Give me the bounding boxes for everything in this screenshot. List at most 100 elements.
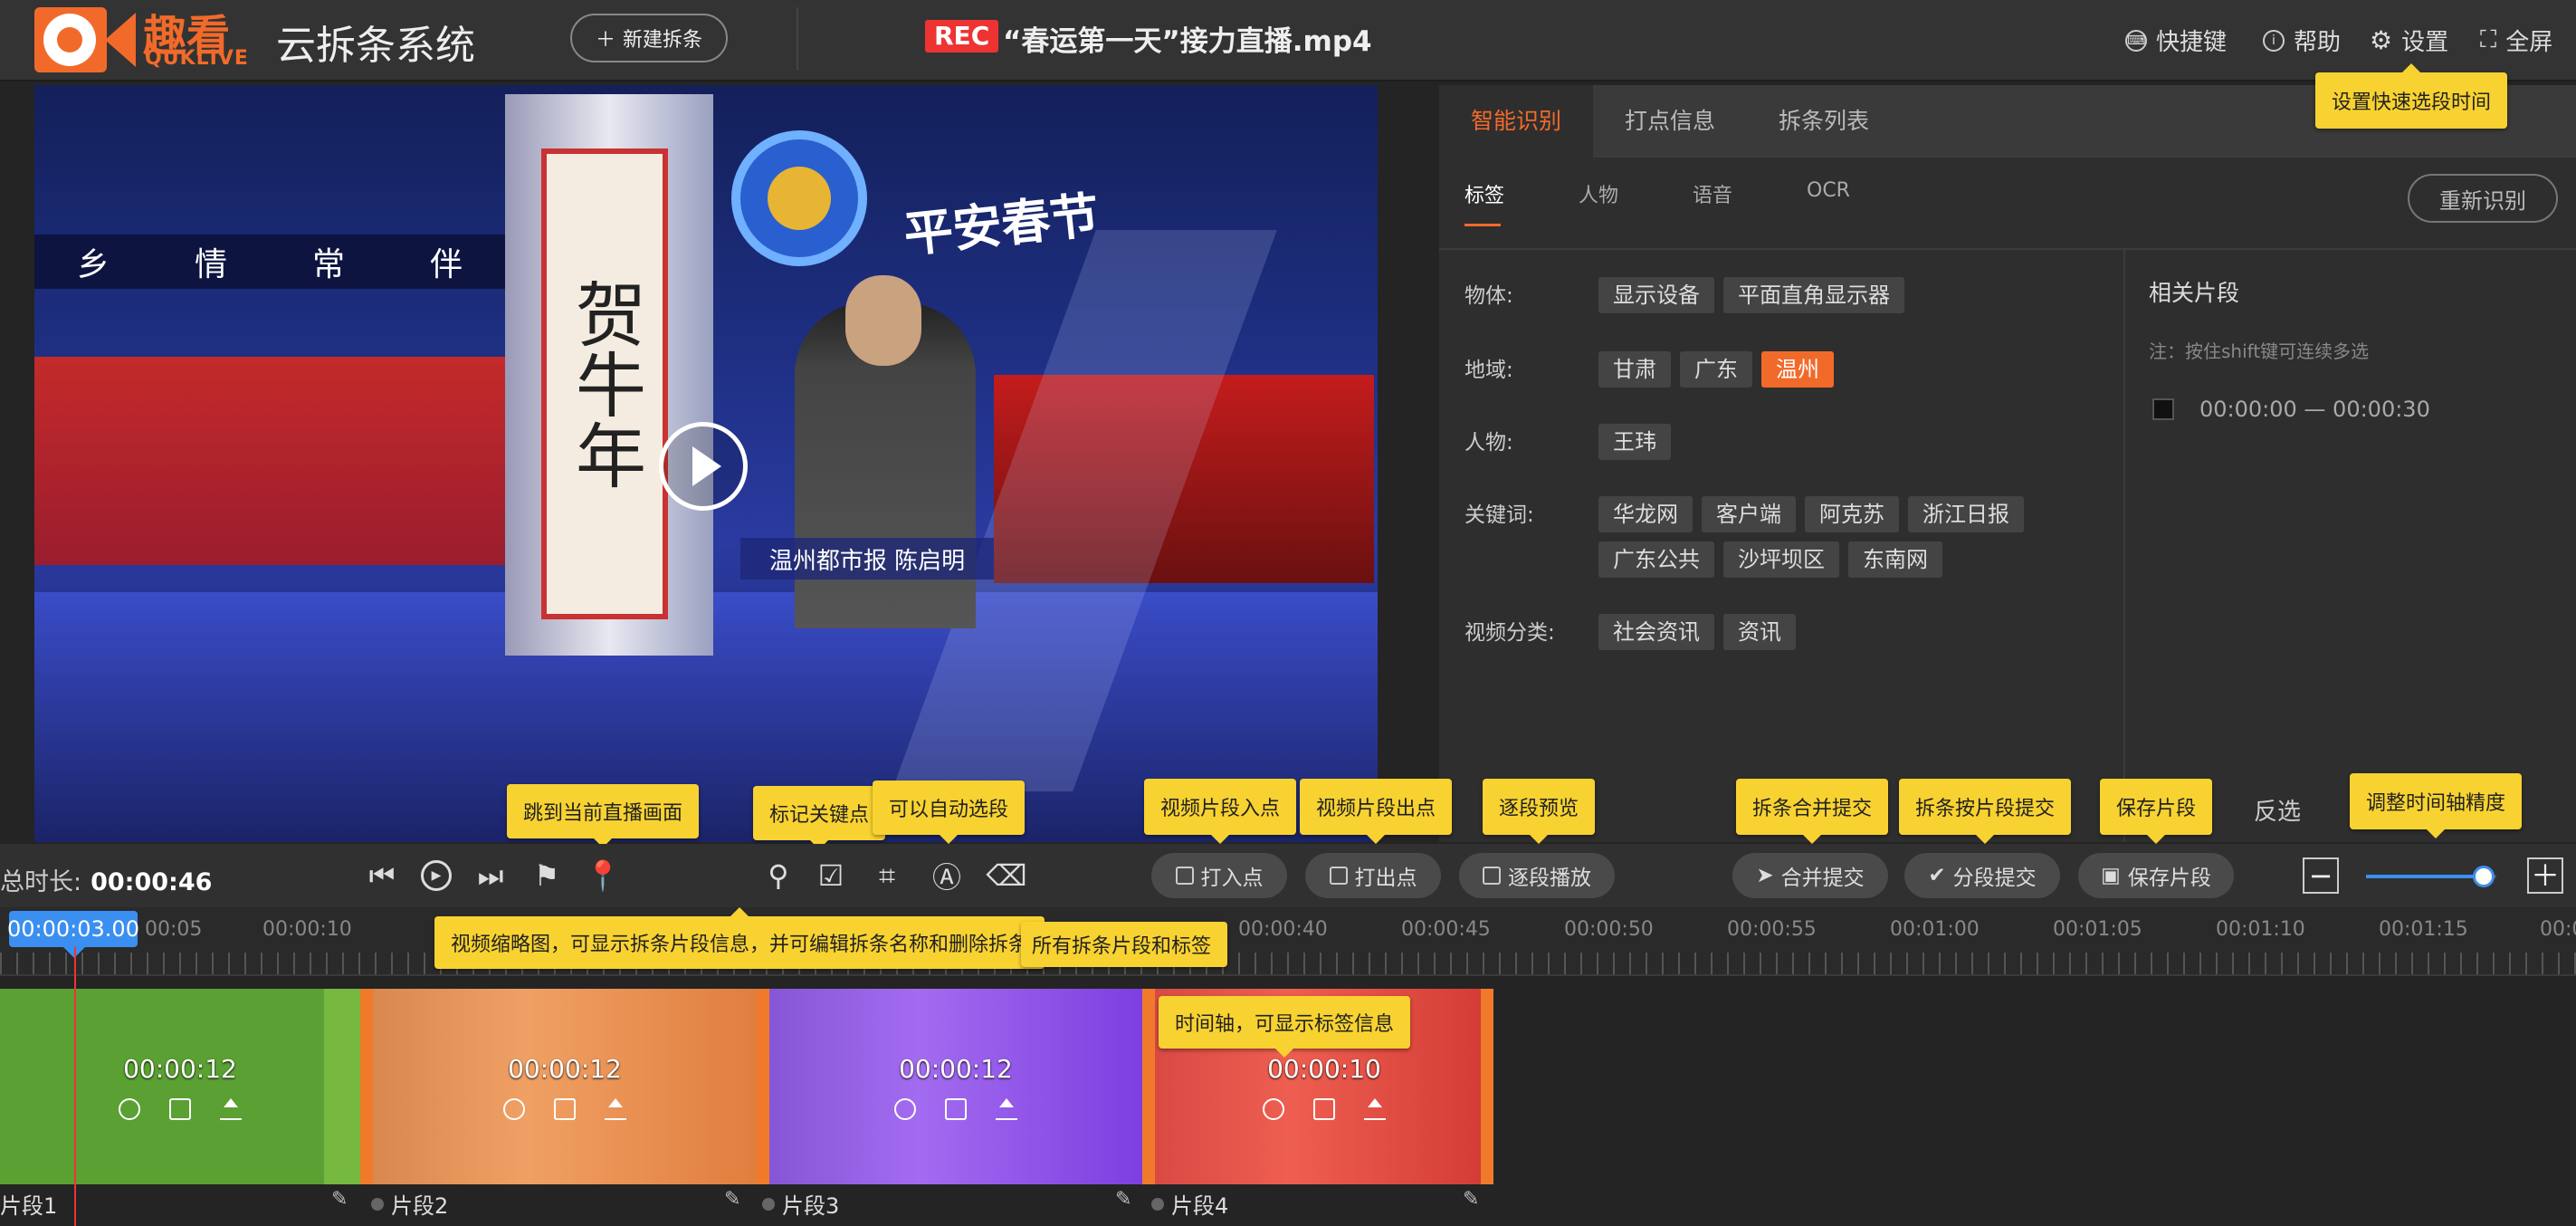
fullscreen-button[interactable]: ⛶ 全屏 xyxy=(2480,24,2552,57)
play-icon[interactable] xyxy=(119,1097,140,1120)
segment-label[interactable]: 片段3 xyxy=(762,1188,839,1220)
tag[interactable]: 显示设备 xyxy=(1598,277,1714,313)
tooltip-jump-live: 跳到当前直播画面 xyxy=(507,784,700,848)
subtab-person[interactable]: 人物 xyxy=(1579,179,1693,226)
auto-recognize-icon[interactable]: Ⓐ xyxy=(929,857,965,895)
tooltip-mark-out: 视频片段出点 xyxy=(1300,779,1453,844)
new-clip-button[interactable]: ＋ 新建拆条 xyxy=(570,14,728,62)
trash-icon[interactable] xyxy=(169,1097,191,1120)
dot-icon xyxy=(1151,1197,1164,1211)
subtab-speech[interactable]: 语音 xyxy=(1693,179,1807,226)
save-segment-button[interactable]: ▣ 保存片段 xyxy=(2078,853,2234,898)
trash-icon[interactable] xyxy=(554,1097,576,1120)
trash-icon[interactable] xyxy=(1313,1097,1335,1120)
keypoint-pin-icon[interactable]: ⚲ xyxy=(760,857,797,894)
tag-selected[interactable]: 温州 xyxy=(1761,351,1834,388)
tab-mark-info[interactable]: 打点信息 xyxy=(1593,85,1747,158)
play-icon[interactable] xyxy=(1263,1097,1284,1120)
tag[interactable]: 东南网 xyxy=(1848,541,1942,578)
live-pin-icon[interactable]: 📍 xyxy=(585,857,621,894)
tooltip-timeline: 时间轴，可显示标签信息 xyxy=(1159,996,1411,1058)
tooltip-clear: 所有拆条片段和标签 xyxy=(1021,922,1228,967)
play-icon[interactable] xyxy=(659,422,748,511)
settings-button[interactable]: ⚙ 设置 xyxy=(2370,24,2448,57)
tag[interactable]: 广东 xyxy=(1680,351,1752,388)
tab-smart-recognition[interactable]: 智能识别 xyxy=(1439,85,1593,158)
segment-handle[interactable] xyxy=(1142,989,1155,1184)
play-icon[interactable] xyxy=(894,1097,916,1120)
subtab-ocr[interactable]: OCR xyxy=(1807,179,1921,226)
edit-icon[interactable]: ✎ xyxy=(1115,1188,1131,1211)
auto-select-icon[interactable]: ☑ xyxy=(813,857,849,894)
zoom-out-button[interactable]: − xyxy=(2303,857,2339,894)
zoom-in-button[interactable]: ＋ xyxy=(2527,857,2563,894)
upload-icon[interactable] xyxy=(996,1097,1017,1120)
tag[interactable]: 浙江日报 xyxy=(1908,496,2024,532)
segment-1[interactable]: 00:00:12 xyxy=(0,989,360,1184)
tag[interactable]: 客户端 xyxy=(1702,496,1796,532)
tag[interactable]: 广东公共 xyxy=(1598,541,1714,578)
invert-select-button[interactable]: 反选 xyxy=(2254,793,2301,827)
tag[interactable]: 沙坪坝区 xyxy=(1723,541,1839,578)
segment-name: 片段3 xyxy=(782,1193,840,1219)
shortcut-button[interactable]: ⌨ 快捷键 xyxy=(2125,24,2227,57)
preview-label: 逐段播放 xyxy=(1508,867,1591,890)
segment-3[interactable]: 00:00:12 xyxy=(769,989,1142,1184)
crop-icon[interactable]: ⌗ xyxy=(869,857,905,894)
skip-back-icon[interactable]: ⏮ xyxy=(364,857,400,894)
segment-label[interactable]: 片段1 xyxy=(0,1188,57,1220)
video-scroll: 贺牛年 xyxy=(541,148,668,619)
clear-brush-icon[interactable]: ⌫ xyxy=(986,857,1026,894)
split-submit-button[interactable]: ✔ 分段提交 xyxy=(1904,853,2060,898)
segment-2[interactable]: 00:00:12 xyxy=(373,989,757,1184)
checkbox[interactable] xyxy=(2152,398,2174,420)
mark-icon[interactable]: ⚑ xyxy=(529,857,565,894)
edit-icon[interactable]: ✎ xyxy=(331,1188,348,1211)
upload-icon[interactable] xyxy=(220,1097,242,1120)
merge-submit-button[interactable]: ➤ 合并提交 xyxy=(1732,853,1888,898)
segment-handle[interactable] xyxy=(1481,989,1493,1184)
re-recognize-button[interactable]: 重新识别 xyxy=(2408,174,2558,223)
mark-out-button[interactable]: 打出点 xyxy=(1305,853,1441,898)
related-clip-item[interactable]: 00:00:00 — 00:00:30 xyxy=(2152,397,2430,422)
subtab-tags[interactable]: 标签 xyxy=(1465,179,1579,226)
playhead-time[interactable]: 00:00:03.00 xyxy=(7,911,139,958)
skip-forward-icon[interactable]: ⏭ xyxy=(472,857,509,894)
segment-label[interactable]: 片段4 xyxy=(1151,1188,1228,1220)
zoom-slider[interactable] xyxy=(2366,866,2496,887)
segment-preview-button[interactable]: 逐段播放 xyxy=(1459,853,1615,898)
preview-icon xyxy=(1483,867,1501,885)
row-label: 人物: xyxy=(1465,431,1513,455)
segment-handle[interactable] xyxy=(757,989,769,1184)
tag[interactable]: 华龙网 xyxy=(1598,496,1693,532)
fullscreen-label: 全屏 xyxy=(2505,29,2553,56)
segment-name: 片段1 xyxy=(0,1193,58,1219)
segment-handle[interactable] xyxy=(360,989,373,1184)
tag[interactable]: 资讯 xyxy=(1723,614,1796,650)
trash-icon[interactable] xyxy=(945,1097,967,1120)
tab-clip-list[interactable]: 拆条列表 xyxy=(1747,85,1901,158)
play-circle-icon[interactable]: ▶ xyxy=(418,857,454,894)
tag[interactable]: 阿克苏 xyxy=(1805,496,1899,532)
help-button[interactable]: i 帮助 xyxy=(2263,24,2341,57)
zoom-knob[interactable] xyxy=(2472,866,2495,887)
upload-icon[interactable] xyxy=(605,1097,626,1120)
tag-row-keywords: 关键词: 华龙网 客户端 阿克苏 浙江日报 广东公共 沙坪坝区 东南网 xyxy=(1465,496,2069,578)
mark-in-button[interactable]: 打入点 xyxy=(1151,853,1287,898)
tick-label: 00:01:15 xyxy=(2379,918,2468,941)
tag[interactable]: 平面直角显示器 xyxy=(1723,277,1904,313)
play-icon[interactable] xyxy=(503,1097,525,1120)
tick-label: 00:00:45 xyxy=(1401,918,1491,941)
edit-icon[interactable]: ✎ xyxy=(1463,1188,1479,1211)
video-player[interactable]: 乡 情 常 伴 贺牛年 平安春节 温州都市报 陈启明 xyxy=(34,85,1378,842)
mark-in-icon xyxy=(1175,867,1194,885)
tag[interactable]: 社会资讯 xyxy=(1598,614,1714,650)
tag[interactable]: 王玮 xyxy=(1598,424,1671,460)
zoom-fill xyxy=(2366,875,2484,878)
upload-icon[interactable] xyxy=(1364,1097,1386,1120)
edit-icon[interactable]: ✎ xyxy=(724,1188,740,1211)
tag[interactable]: 甘肃 xyxy=(1598,351,1671,388)
segment-label[interactable]: 片段2 xyxy=(371,1188,448,1220)
header-divider xyxy=(797,7,798,71)
timeline-ruler[interactable]: 00:05 00:00:10 00:00:40 00:00:45 00:00:5… xyxy=(0,907,2576,976)
